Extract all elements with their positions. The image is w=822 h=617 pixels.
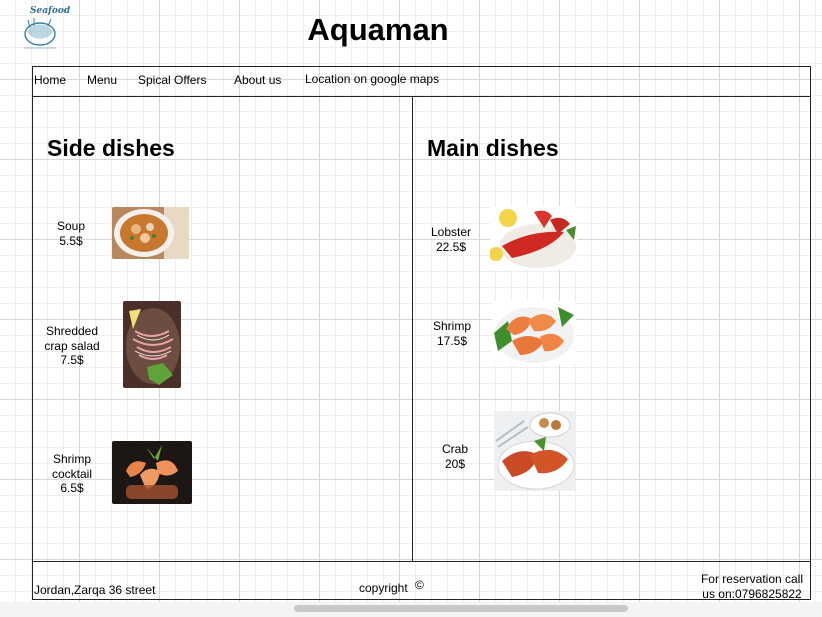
main-dishes-heading: Main dishes [427, 135, 559, 161]
nav-item-menu[interactable]: Menu [87, 73, 117, 87]
footer-address: Jordan,Zarqa 36 street [34, 583, 156, 597]
dish-name: Crab [441, 442, 468, 456]
dish-crab: Crab 20$ [434, 442, 476, 471]
footer-divider [32, 561, 811, 562]
reservation-line2: us on:0796825822 [702, 587, 802, 601]
dish-price: 22.5$ [435, 239, 467, 254]
lobster-photo [490, 206, 577, 270]
nav-item-home[interactable]: Home [34, 73, 66, 87]
shrimp-plate-photo [492, 301, 576, 365]
dish-crab-salad: Shredded crap salad 7.5$ [40, 324, 104, 368]
crab-salad-photo [123, 301, 181, 388]
dish-lobster: Lobster 22.5$ [426, 225, 476, 254]
dish-price: 6.5$ [60, 481, 84, 495]
side-dishes-heading: Side dishes [47, 135, 175, 161]
dish-price: 17.5$ [436, 333, 468, 348]
crab-plate-photo [494, 411, 575, 491]
dish-price: 5.5$ [59, 233, 83, 248]
copyright-icon: © [415, 578, 424, 592]
dish-name: Soup [56, 219, 86, 233]
dish-name: Shrimp [432, 319, 471, 333]
dish-price: 20$ [444, 456, 466, 471]
page-title: Aquaman [307, 12, 449, 47]
footer-reservation: For reservation call us on:0796825822 [690, 572, 814, 602]
column-divider [412, 96, 413, 561]
nav-item-location[interactable]: Location on google maps [305, 72, 439, 86]
copyright-text: copyright [359, 581, 408, 595]
dish-name: Shrimp cocktail [51, 452, 92, 481]
dish-shrimp-cocktail: Shrimp cocktail 6.5$ [48, 452, 96, 496]
dish-name: Shredded crap salad [44, 324, 100, 353]
dish-shrimp: Shrimp 17.5$ [428, 319, 476, 348]
shrimp-cocktail-photo [112, 441, 192, 504]
horizontal-scrollbar-thumb[interactable] [294, 605, 628, 612]
footer-copyright: copyright © [359, 578, 424, 595]
nav-bar: Home Menu Spical Offers About us Locatio… [32, 66, 811, 97]
dish-name: Lobster [430, 225, 472, 239]
nav-item-about-us[interactable]: About us [234, 73, 281, 87]
nav-item-special-offers[interactable]: Spical Offers [138, 73, 206, 87]
reservation-line1: For reservation call [700, 572, 804, 586]
dish-price: 7.5$ [60, 353, 84, 367]
dish-soup: Soup 5.5$ [50, 219, 92, 248]
soup-bowl-photo [112, 207, 189, 259]
